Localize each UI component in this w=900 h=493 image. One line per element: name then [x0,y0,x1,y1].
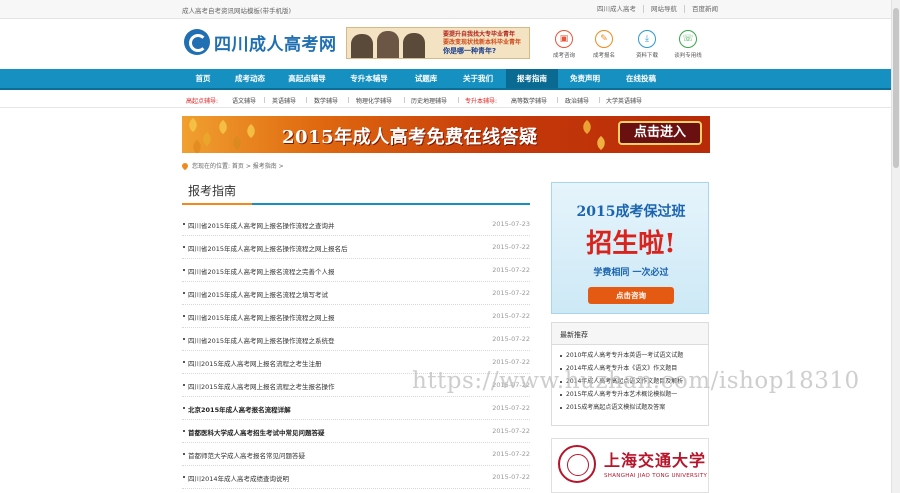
ad-subtext: 学费相同 一次必过 [593,268,669,278]
list-item[interactable]: 四川省2015年成人高考网上报名操作流程之网上报名后 2015-07-22 [182,236,530,259]
subnav-english[interactable]: 英语辅导 [272,96,296,105]
subnav-chinese[interactable]: 语文辅导 [232,96,256,105]
quick-link-consult[interactable]: ▣ 成考咨询 [549,30,579,59]
quick-link-hotline[interactable]: ☏ 谈判专用线 [673,30,703,59]
site-tagline: 成人高考自考资讯网站模板(带手机版) [182,7,292,15]
university-name: 上海交通大学 [604,451,707,470]
list-item[interactable]: 首都师范大学成人高考报名常见问题答疑 2015-07-22 [182,443,530,466]
quick-link-download[interactable]: ⤓ 资料下载 [632,30,662,59]
list-item[interactable]: 首都医科大学成人高考招生考试中常见问题答疑 2015-07-22 [182,420,530,443]
edit-icon: ✎ [595,30,613,48]
ad-main-text: 招生啦! [586,229,676,259]
breadcrumb: 您现在的位置: 首页 > 报考指南 > [180,161,284,170]
list-item[interactable]: 四川省2015年成人高考网上报名流程之填写考试 2015-07-22 [182,282,530,305]
scrollbar-thumb[interactable] [893,8,899,168]
promo-banner[interactable]: 2015年成人高考免费在线答疑 点击进入 [182,116,710,153]
subnav-college-english[interactable]: 大学英语辅导 [606,96,642,105]
nav-news[interactable]: 成考动态 [224,69,276,88]
university-seal-icon [558,445,596,483]
section-header: 报考指南 [182,180,530,205]
main-nav: 首页 成考动态 高起点辅导 专升本辅导 试题库 关于我们 报考指南 免责声明 在… [0,69,891,90]
subnav-history-geo[interactable]: 历史地理辅导 [411,96,447,105]
subnav-adv-math[interactable]: 高等数学辅导 [511,96,547,105]
quick-link-register[interactable]: ✎ 成考报名 [589,30,619,59]
sub-nav: 高起点辅导: 语文辅导 英语辅导 数学辅导 物理化学辅导 历史地理辅导 专升本辅… [0,92,891,108]
subnav-politics[interactable]: 政治辅导 [565,96,589,105]
sidebar-ad[interactable]: 2015成考保过班 招生啦! 学费相同 一次必过 点击咨询 [551,182,709,314]
watermark: https://www.huzhan.com/ishop18310 [412,368,860,394]
nav-about[interactable]: 关于我们 [452,69,504,88]
university-name-en: SHANGHAI JIAO TONG UNIVERSITY [604,473,708,479]
chat-icon: ▣ [555,30,573,48]
subnav-high-start-label: 高起点辅导: [186,98,219,105]
article-list: 四川省2015年成人高考网上报名操作流程之查询并 2015-07-23 四川省20… [182,213,530,489]
nav-home[interactable]: 首页 [182,69,224,88]
nav-guide[interactable]: 报考指南 [506,69,558,88]
nav-submit[interactable]: 在线投稿 [612,69,670,88]
top-links: 四川成人高考 网站导航 百度新闻 [597,5,725,13]
ad-headline: 2015成考保过班 [576,204,686,220]
list-item[interactable]: 四川省2015年成人高考网上报名操作流程之系统登 2015-07-22 [182,328,530,351]
nav-high-start[interactable]: 高起点辅导 [276,69,338,88]
top-link-sitemap[interactable]: 网站导航 [643,5,684,13]
top-link-sichuan[interactable]: 四川成人高考 [597,5,643,13]
logo-icon [184,29,210,55]
list-item[interactable]: 2015成考高起点语文模拟试题及答案 [560,401,700,414]
promo-title: 2015年成人高考免费在线答疑 [282,127,538,148]
list-item[interactable]: 四川省2015年成人高考网上报名操作流程之网上报 2015-07-22 [182,305,530,328]
nav-question-bank[interactable]: 试题库 [400,69,452,88]
nav-disclaimer[interactable]: 免责声明 [558,69,612,88]
nav-upgrade[interactable]: 专升本辅导 [338,69,400,88]
location-pin-icon [180,161,190,170]
subnav-physics-chem[interactable]: 物理化学辅导 [356,96,392,105]
list-item[interactable]: 2010年成人高考专升本英语一考试语文试题 [560,349,700,362]
list-item[interactable]: 四川2014年成人高考成绩查询说明 2015-07-22 [182,466,530,489]
recommend-title: 最新推荐 [552,323,708,345]
header-banner[interactable]: 要提升自我找大专毕业青年 要改变现状找新本科毕业青年 你是哪一种青年? [346,27,530,59]
title-accent-bar [182,203,252,205]
phone-icon: ☏ [679,30,697,48]
page-scrollbar[interactable] [891,0,900,493]
logo-text: 四川成人高考网 [214,34,337,55]
download-icon: ⤓ [638,30,656,48]
promo-enter-button[interactable]: 点击进入 [618,121,702,145]
list-item[interactable]: 四川省2015年成人高考网上报名操作流程之查询并 2015-07-23 [182,213,530,236]
subnav-math[interactable]: 数学辅导 [314,96,338,105]
top-link-baidu-news[interactable]: 百度新闻 [684,5,725,13]
page-title: 报考指南 [188,184,237,198]
list-item[interactable]: 四川省2015年成人高考网上报名流程之完善个人报 2015-07-22 [182,259,530,282]
banner-text: 要提升自我找大专毕业青年 要改变现状找新本科毕业青年 你是哪一种青年? [443,31,522,55]
ad-consult-button[interactable]: 点击咨询 [588,287,674,304]
university-logo[interactable]: 上海交通大学 SHANGHAI JIAO TONG UNIVERSITY [551,438,709,493]
breadcrumb-text[interactable]: 您现在的位置: 首页 > 报考指南 > [192,161,284,170]
subnav-upgrade-label: 专升本辅导: [465,98,498,105]
top-bar: 成人高考自考资讯网站模板(带手机版) 四川成人高考 网站导航 百度新闻 [0,0,891,19]
banner-figures-image [351,30,429,58]
list-item[interactable]: 北京2015年成人高考报名流程详解 2015-07-22 [182,397,530,420]
site-logo[interactable]: 四川成人高考网 [184,29,337,55]
